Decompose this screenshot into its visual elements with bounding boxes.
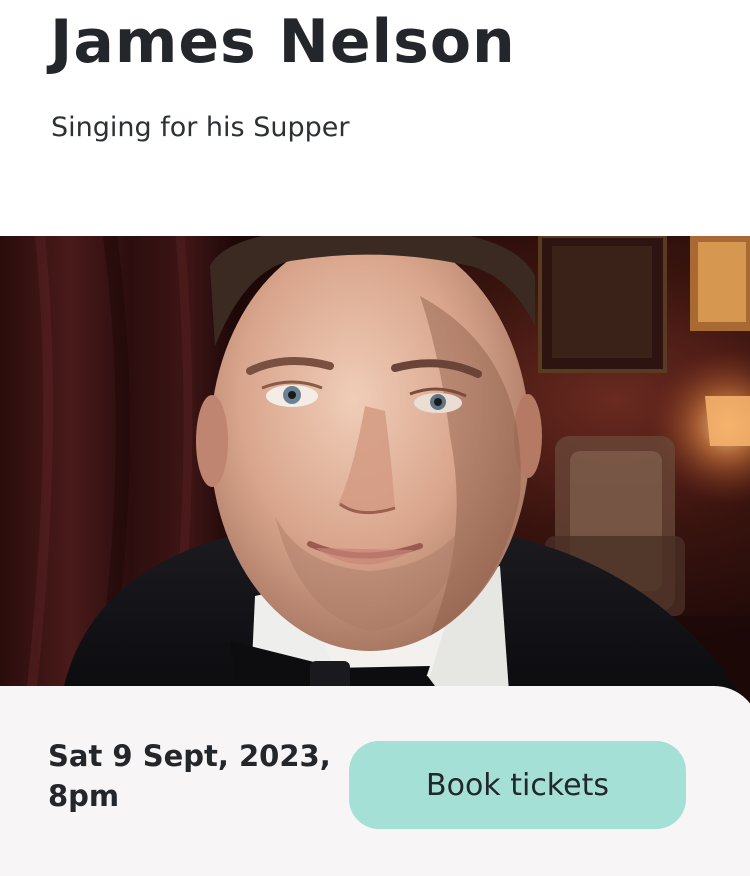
event-title: James Nelson <box>50 7 516 77</box>
event-card: James Nelson Singing for his Supper Sat … <box>0 0 750 876</box>
event-date: Sat 9 Sept, 2023, 8pm <box>48 739 331 813</box>
book-tickets-label: Book tickets <box>426 767 609 803</box>
event-subtitle: Singing for his Supper <box>51 112 350 143</box>
event-header: James Nelson Singing for his Supper <box>0 0 750 236</box>
book-tickets-button[interactable]: Book tickets <box>349 741 686 829</box>
performer-photo <box>0 236 750 706</box>
